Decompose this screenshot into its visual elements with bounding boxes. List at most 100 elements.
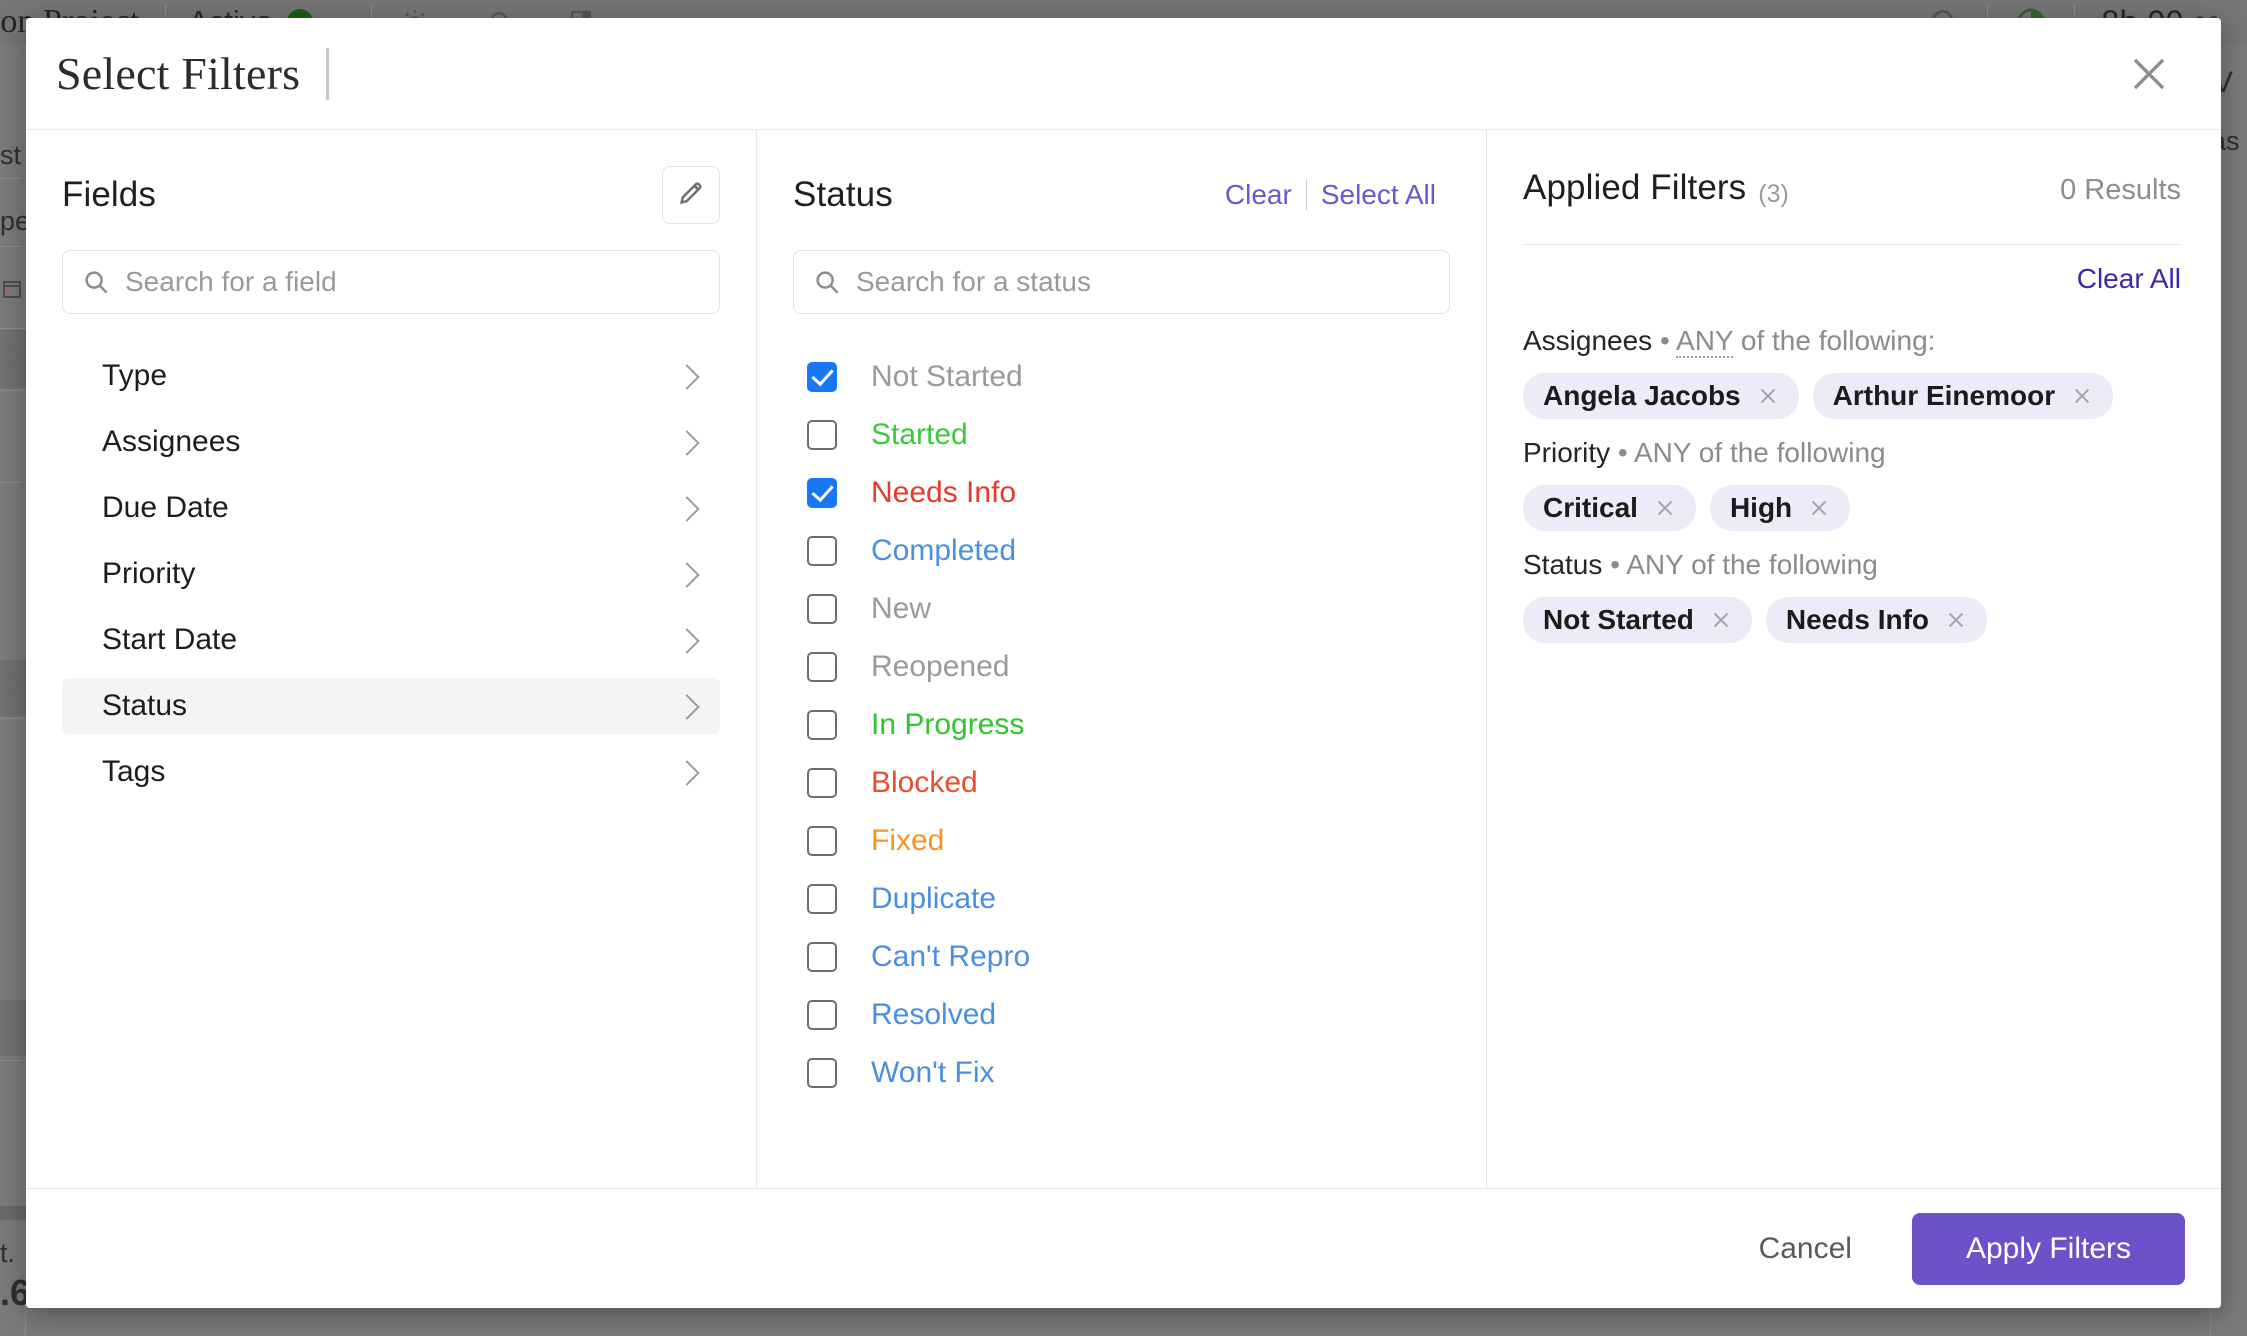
fields-list: Type Assignees Due Date Priority Start Date S…	[62, 348, 720, 830]
edit-fields-button[interactable]	[662, 166, 720, 224]
close-icon[interactable]	[2117, 42, 2181, 106]
status-option[interactable]: Not Started	[793, 348, 1450, 406]
field-item-label: Assignees	[102, 425, 241, 458]
applied-filter-operator[interactable]: ANY	[1634, 437, 1691, 468]
remove-chip-icon[interactable]	[1755, 383, 1781, 409]
checkbox[interactable]	[807, 826, 837, 856]
applied-filters-groups: Assignees • ANY of the following: Angela …	[1523, 295, 2181, 661]
applied-filter-group: Assignees • ANY of the following: Angela …	[1523, 325, 2181, 419]
status-option-label: In Progress	[871, 708, 1025, 741]
checkbox[interactable]	[807, 768, 837, 798]
apply-filters-button[interactable]: Apply Filters	[1911, 1212, 2185, 1285]
checkbox[interactable]	[807, 942, 837, 972]
filter-chip[interactable]: Not Started	[1523, 597, 1752, 643]
status-option[interactable]: Won't Fix	[793, 1044, 1450, 1102]
clear-link[interactable]: Clear	[1211, 179, 1306, 211]
remove-chip-icon[interactable]	[1708, 607, 1734, 633]
field-item-assignees[interactable]: Assignees	[62, 414, 720, 470]
status-option[interactable]: Resolved	[793, 986, 1450, 1044]
chevron-right-icon	[2, 676, 22, 696]
select-filters-dialog: Select Filters Fields Search for a field…	[26, 18, 2221, 1308]
filter-chip[interactable]: High	[1709, 485, 1851, 531]
select-all-link[interactable]: Select All	[1307, 179, 1450, 211]
applied-filter-operator-suffix: of the following	[1683, 549, 1878, 580]
status-option[interactable]: Completed	[793, 522, 1450, 580]
applied-filter-operator[interactable]: ANY	[1626, 549, 1683, 580]
status-option[interactable]: Started	[793, 406, 1450, 464]
applied-filter-field: Priority	[1523, 437, 1611, 468]
results-count: 0 Results	[2060, 174, 2181, 206]
field-item-priority[interactable]: Priority	[62, 546, 720, 602]
checkbox[interactable]	[807, 884, 837, 914]
search-input[interactable]	[125, 266, 701, 298]
status-option[interactable]: New	[793, 580, 1450, 638]
field-search-box[interactable]	[62, 250, 720, 314]
status-option[interactable]: Can't Repro	[793, 928, 1450, 986]
status-search-box[interactable]	[793, 250, 1450, 314]
chevron-right-icon	[2, 348, 22, 368]
status-option[interactable]: In Progress	[793, 696, 1450, 754]
status-option[interactable]: Duplicate	[793, 870, 1450, 928]
checkbox[interactable]	[807, 362, 837, 392]
status-options-list: Not Started Started Needs Info Completed New…	[793, 348, 1450, 1126]
checkbox[interactable]	[807, 478, 837, 508]
remove-chip-icon[interactable]	[1652, 495, 1678, 521]
checkbox[interactable]	[807, 594, 837, 624]
fields-panel-header: Fields	[62, 166, 720, 224]
applied-filter-chips: Critical High	[1523, 485, 2181, 531]
checkbox[interactable]	[807, 710, 837, 740]
fields-title: Fields	[62, 175, 156, 214]
status-option-label: Reopened	[871, 650, 1010, 683]
field-item-tags[interactable]: Tags	[62, 744, 720, 800]
field-item-label: Due Date	[102, 491, 229, 524]
remove-chip-icon[interactable]	[2069, 383, 2095, 409]
search-input[interactable]	[856, 266, 1431, 298]
chevron-right-icon	[676, 629, 698, 651]
checkbox[interactable]	[807, 1058, 837, 1088]
filter-chip[interactable]: Arthur Einemoor	[1812, 373, 2114, 419]
filter-chip[interactable]: Critical	[1523, 485, 1696, 531]
field-item-due-date[interactable]: Due Date	[62, 480, 720, 536]
chevron-right-icon	[2, 1016, 22, 1036]
field-item-label: Status	[102, 689, 188, 722]
calendar-icon	[0, 276, 24, 309]
status-option[interactable]: Blocked	[793, 754, 1450, 812]
field-item-type[interactable]: Type	[62, 348, 720, 404]
bg-fragment: t.	[0, 1238, 16, 1268]
field-item-status[interactable]: Status	[62, 678, 720, 734]
applied-filter-chips: Angela Jacobs Arthur Einemoor	[1523, 373, 2181, 419]
chevron-right-icon	[676, 563, 698, 585]
checkbox[interactable]	[807, 536, 837, 566]
applied-filter-operator[interactable]: ANY	[1676, 325, 1734, 358]
chevron-right-icon	[676, 761, 698, 783]
checkbox[interactable]	[807, 1000, 837, 1030]
status-option[interactable]: Fixed	[793, 812, 1450, 870]
filter-chip-label: High	[1729, 492, 1793, 523]
field-item-label: Type	[102, 359, 168, 392]
applied-filter-group-label: Status • ANY of the following	[1523, 549, 1878, 580]
status-option[interactable]: Reopened	[793, 638, 1450, 696]
field-item-start-date[interactable]: Start Date	[62, 612, 720, 668]
filter-chip-label: Critical	[1543, 492, 1638, 523]
clear-all-link[interactable]: Clear All	[2077, 263, 2181, 295]
status-option-label: Not Started	[871, 360, 1023, 393]
status-option-label: Fixed	[871, 824, 945, 857]
status-option-label: Won't Fix	[871, 1056, 995, 1089]
filter-chip[interactable]: Needs Info	[1765, 597, 1988, 643]
applied-filters-panel: Applied Filters (3) 0 Results Clear All …	[1486, 130, 2221, 1188]
search-icon	[812, 267, 842, 297]
chevron-right-icon	[676, 695, 698, 717]
checkbox[interactable]	[807, 652, 837, 682]
applied-filter-group-label: Assignees • ANY of the following:	[1523, 325, 1936, 358]
dialog-body: Fields TypeAs	[26, 130, 2221, 1188]
applied-filter-operator-suffix: of the following:	[1733, 325, 1936, 356]
remove-chip-icon[interactable]	[1806, 495, 1832, 521]
checkbox[interactable]	[807, 420, 837, 450]
status-option-label: Can't Repro	[871, 940, 1031, 973]
title-caret	[326, 47, 330, 100]
values-panel-header: Status Clear Select All	[793, 168, 1450, 222]
cancel-button[interactable]: Cancel	[1733, 1220, 1878, 1278]
remove-chip-icon[interactable]	[1943, 607, 1969, 633]
status-option[interactable]: Needs Info	[793, 464, 1450, 522]
filter-chip[interactable]: Angela Jacobs	[1523, 373, 1799, 419]
